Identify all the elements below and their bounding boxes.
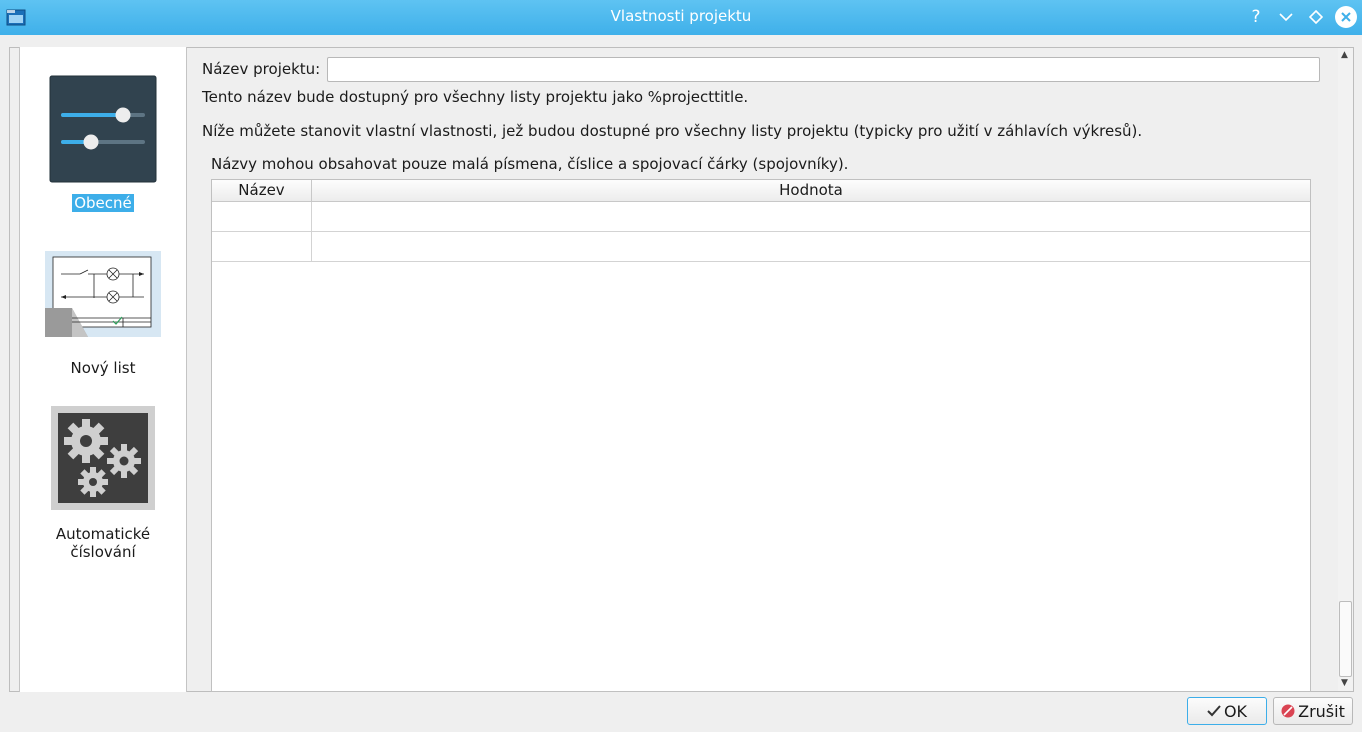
checkmark-icon [1207, 705, 1221, 717]
vertical-scrollbar[interactable]: ▲ ▼ [1338, 48, 1353, 691]
sidebar-item-general[interactable]: Obecné [20, 75, 186, 212]
sidebar-item-auto-numbering[interactable]: Automatické číslování [20, 406, 186, 561]
help-icon[interactable]: ? [1245, 6, 1267, 28]
ok-button[interactable]: OK [1187, 697, 1267, 725]
maximize-icon[interactable] [1305, 6, 1327, 28]
table-row [212, 232, 1310, 262]
sidebar-item-label-line2: číslování [70, 543, 136, 561]
sliders-icon [49, 75, 157, 183]
schematic-sheet-icon [45, 251, 161, 337]
scrollbar-thumb[interactable] [1339, 601, 1352, 677]
cancel-button-label: Zrušit [1298, 701, 1345, 721]
cancel-icon [1281, 704, 1295, 718]
column-header-value[interactable]: Hodnota [312, 180, 1310, 201]
sidebar: Obecné Nový list Automatické číslování [19, 47, 187, 692]
column-header-name[interactable]: Název [212, 180, 312, 201]
minimize-icon[interactable] [1275, 6, 1297, 28]
table-cell-value[interactable] [312, 202, 1310, 231]
names-hint: Názvy mohou obsahovat pouze malá písmena… [211, 155, 849, 173]
close-icon[interactable] [1335, 6, 1357, 28]
window-title: Vlastnosti projektu [610, 7, 752, 25]
properties-table[interactable]: Název Hodnota [211, 179, 1311, 692]
sidebar-item-label: Obecné [72, 194, 134, 212]
project-name-input[interactable] [327, 57, 1320, 82]
custom-properties-info: Níže můžete stanovit vlastní vlastnosti,… [202, 122, 1143, 140]
ok-button-label: OK [1223, 701, 1248, 721]
project-title-info: Tento název bude dostupný pro všechny li… [202, 88, 749, 106]
table-cell-name[interactable] [212, 232, 312, 261]
project-name-label: Název projektu: [202, 60, 321, 78]
table-header: Název Hodnota [212, 180, 1310, 202]
cancel-button[interactable]: Zrušit [1273, 697, 1353, 725]
title-bar: Vlastnosti projektu ? [0, 0, 1362, 35]
sidebar-item-label: Automatické [55, 525, 151, 543]
gears-icon [51, 406, 155, 510]
scroll-down-icon[interactable]: ▼ [1341, 678, 1348, 688]
table-cell-value[interactable] [312, 232, 1310, 261]
scroll-up-icon[interactable]: ▲ [1341, 50, 1348, 60]
table-cell-name[interactable] [212, 202, 312, 231]
table-row [212, 202, 1310, 232]
sidebar-item-label: Nový list [70, 359, 136, 377]
sidebar-item-new-sheet[interactable]: Nový list [20, 250, 186, 377]
